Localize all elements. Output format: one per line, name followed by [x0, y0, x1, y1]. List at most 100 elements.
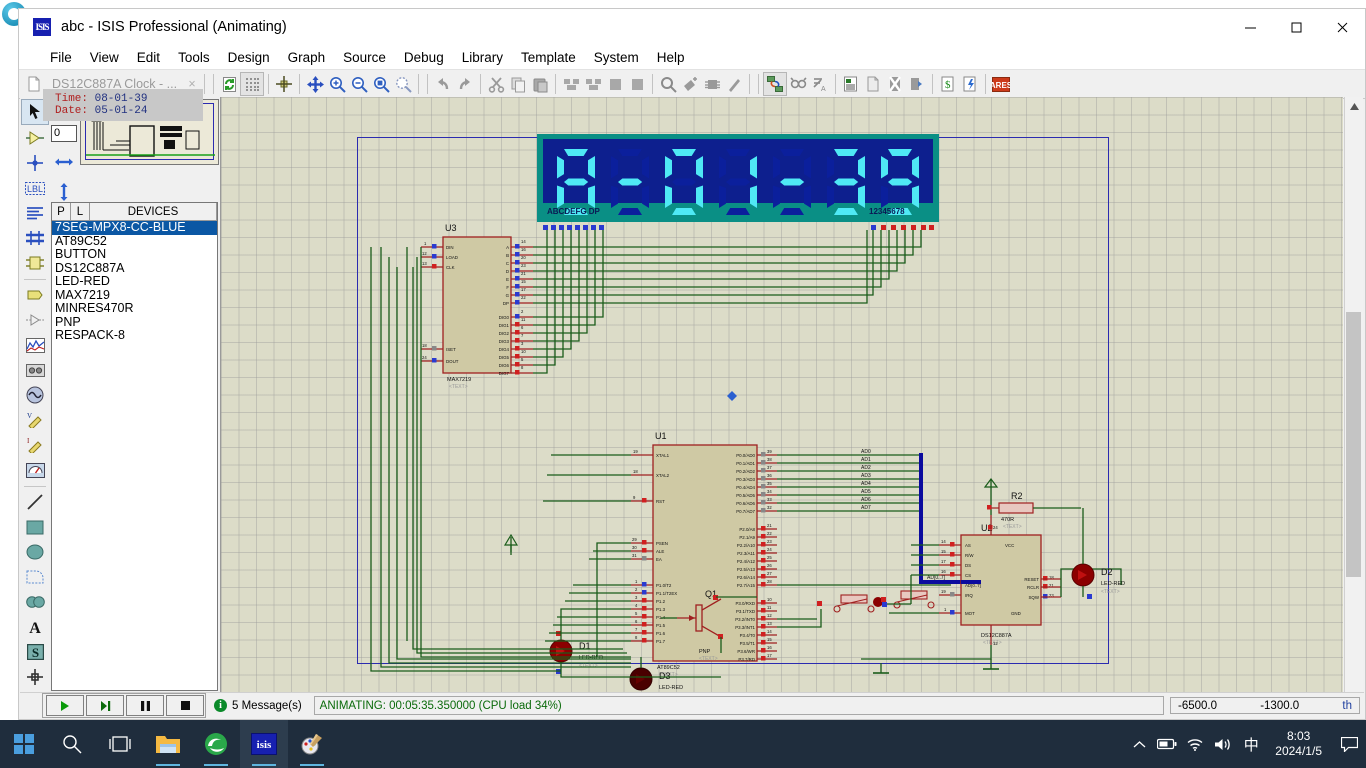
text-script-tool[interactable]: [22, 201, 48, 225]
generator-tool[interactable]: [22, 383, 48, 407]
remove-sheet-icon[interactable]: [884, 73, 906, 95]
devices-col-p[interactable]: P: [52, 203, 71, 220]
symbol-tool[interactable]: S: [22, 640, 48, 664]
play-button[interactable]: [46, 695, 84, 716]
taskbar-clock[interactable]: 8:03 2024/1/5: [1265, 720, 1332, 768]
origin-icon[interactable]: [273, 73, 295, 95]
redo-icon[interactable]: [454, 73, 476, 95]
menu-system[interactable]: System: [585, 48, 648, 67]
vertical-scrollbar[interactable]: [1344, 97, 1363, 693]
menu-edit[interactable]: Edit: [128, 48, 169, 67]
search-tag-icon[interactable]: [787, 73, 809, 95]
block-delete-icon[interactable]: [604, 73, 626, 95]
current-probe-tool[interactable]: I: [22, 433, 48, 457]
property-assign-icon[interactable]: A: [809, 73, 831, 95]
packaging-icon[interactable]: [701, 73, 723, 95]
virtual-instrument-tool[interactable]: [22, 458, 48, 482]
menu-graph[interactable]: Graph: [279, 48, 335, 67]
menu-template[interactable]: Template: [512, 48, 585, 67]
graph-tool[interactable]: [22, 333, 48, 357]
voltage-probe-tool[interactable]: V: [22, 408, 48, 432]
netlist-ares-icon[interactable]: ARES: [990, 73, 1012, 95]
wire-autorouter-icon[interactable]: [763, 72, 788, 96]
mirror-vertical-icon[interactable]: [52, 180, 76, 204]
menu-file[interactable]: File: [41, 48, 81, 67]
make-device-icon[interactable]: [679, 73, 701, 95]
junction-dot-tool[interactable]: [22, 151, 48, 175]
new-sheet-icon[interactable]: [862, 73, 884, 95]
tape-recorder-tool[interactable]: [22, 358, 48, 382]
show-hidden-icons-icon[interactable]: [1125, 720, 1153, 768]
zoom-in-icon[interactable]: [326, 73, 348, 95]
menu-library[interactable]: Library: [453, 48, 512, 67]
close-button[interactable]: [1319, 9, 1365, 45]
cut-icon[interactable]: [485, 73, 507, 95]
ime-indicator[interactable]: 中: [1237, 720, 1265, 768]
undo-icon[interactable]: [432, 73, 454, 95]
circle-tool[interactable]: [22, 540, 48, 564]
wifi-icon[interactable]: [1181, 720, 1209, 768]
maximize-button[interactable]: [1273, 9, 1319, 45]
edge-browser-icon[interactable]: [192, 720, 240, 768]
device-item[interactable]: PNP: [52, 315, 217, 330]
pause-button[interactable]: [126, 695, 164, 716]
device-pins-tool[interactable]: [22, 308, 48, 332]
line-tool[interactable]: [22, 490, 48, 514]
exit-sheet-icon[interactable]: [906, 73, 928, 95]
menu-source[interactable]: Source: [334, 48, 395, 67]
scroll-up-button[interactable]: [1345, 97, 1363, 115]
windows-start-icon[interactable]: [0, 720, 48, 768]
file-explorer-icon[interactable]: [144, 720, 192, 768]
zoom-area-icon[interactable]: [370, 73, 392, 95]
mirror-horizontal-icon[interactable]: [52, 150, 76, 174]
paste-icon[interactable]: [529, 73, 551, 95]
schematic-canvas[interactable]: .wire{stroke:#1a5c1a;stroke-width:1.3;fi…: [221, 97, 1343, 693]
block-rotate-icon[interactable]: [626, 73, 648, 95]
message-count-area[interactable]: i 5 Message(s): [214, 699, 302, 712]
isis-app-icon[interactable]: isis: [240, 720, 288, 768]
device-item[interactable]: AT89C52: [52, 234, 217, 249]
device-item[interactable]: MAX7219: [52, 288, 217, 303]
rotation-angle-input[interactable]: 0: [51, 125, 77, 142]
bus-tool[interactable]: [22, 226, 48, 250]
block-copy-icon[interactable]: [560, 73, 582, 95]
pick-device-icon[interactable]: [657, 73, 679, 95]
volume-icon[interactable]: [1209, 720, 1237, 768]
terminals-tool[interactable]: [22, 283, 48, 307]
battery-icon[interactable]: [1153, 720, 1181, 768]
subcircuit-tool[interactable]: [22, 251, 48, 275]
box-tool[interactable]: [22, 515, 48, 539]
menu-help[interactable]: Help: [648, 48, 694, 67]
copy-icon[interactable]: [507, 73, 529, 95]
design-explorer-icon[interactable]: [840, 73, 862, 95]
menu-design[interactable]: Design: [219, 48, 279, 67]
device-item[interactable]: DS12C887A: [52, 261, 217, 276]
zoom-select-icon[interactable]: [392, 73, 414, 95]
device-item[interactable]: MINRES470R: [52, 301, 217, 316]
electrical-rules-icon[interactable]: [959, 73, 981, 95]
action-center-icon[interactable]: [1332, 720, 1366, 768]
component-mode-tool[interactable]: [22, 126, 48, 150]
scrollbar-thumb[interactable]: [1346, 312, 1361, 577]
menu-tools[interactable]: Tools: [169, 48, 219, 67]
minimize-button[interactable]: [1227, 9, 1273, 45]
marker-tool[interactable]: [22, 665, 48, 689]
grid-icon[interactable]: [240, 72, 265, 96]
wire-label-tool[interactable]: LBL: [22, 176, 48, 200]
text-tool[interactable]: A: [22, 615, 48, 639]
devices-list[interactable]: 7SEG-MPX8-CC-BLUE AT89C52 BUTTON DS12C88…: [52, 220, 217, 343]
paint-icon[interactable]: [288, 720, 336, 768]
device-item[interactable]: LED-RED: [52, 274, 217, 289]
device-item[interactable]: BUTTON: [52, 247, 217, 262]
device-item[interactable]: RESPACK-8: [52, 328, 217, 343]
stop-button[interactable]: [166, 695, 204, 716]
menu-view[interactable]: View: [81, 48, 128, 67]
task-view-icon[interactable]: [96, 720, 144, 768]
decompose-icon[interactable]: [723, 73, 745, 95]
arc-tool[interactable]: [22, 565, 48, 589]
path-tool[interactable]: [22, 590, 48, 614]
devices-col-l[interactable]: L: [71, 203, 90, 220]
zoom-out-icon[interactable]: [348, 73, 370, 95]
pan-icon[interactable]: [304, 73, 326, 95]
search-icon[interactable]: [48, 720, 96, 768]
